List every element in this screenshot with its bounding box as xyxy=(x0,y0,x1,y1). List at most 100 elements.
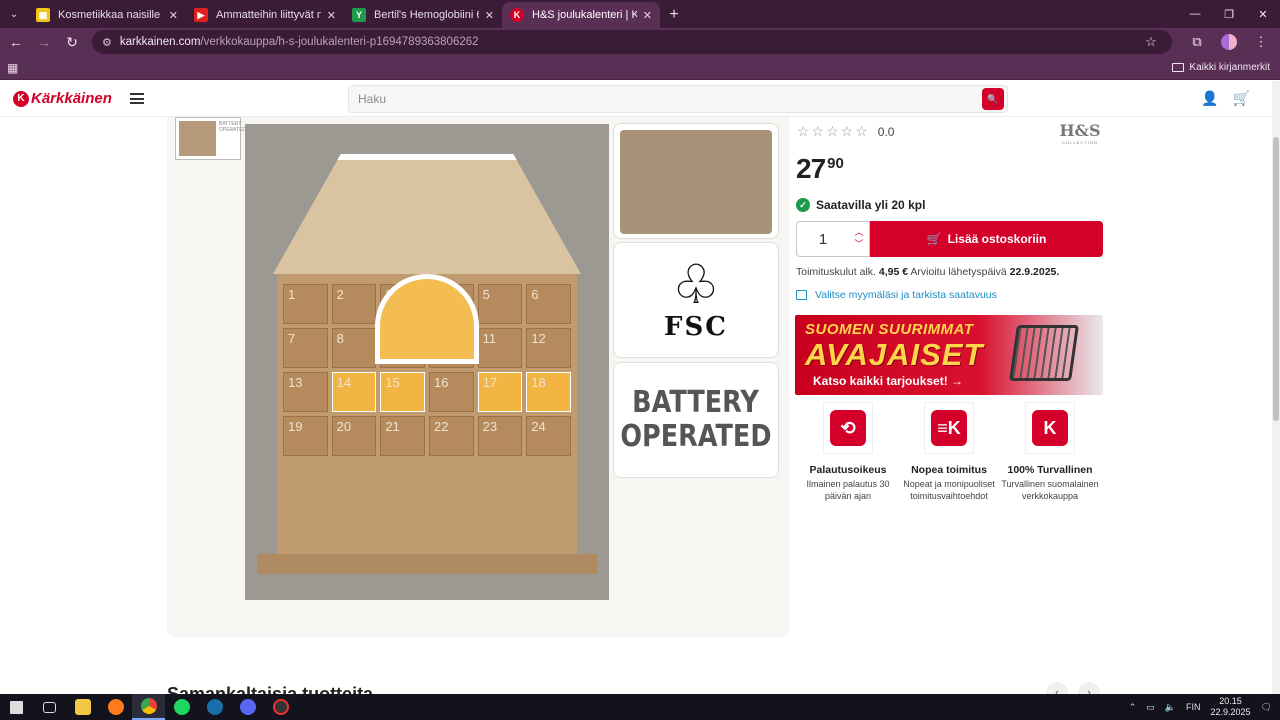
volume-icon[interactable]: 🔈 xyxy=(1165,702,1176,713)
tab-search-icon[interactable]: ⌄ xyxy=(0,0,28,28)
browser-tab-1[interactable]: ▦ Kosmetiikkaa naisille – Meikkitu ✕ xyxy=(28,2,186,28)
fsc-label: FSC xyxy=(664,312,728,342)
spotify-icon[interactable] xyxy=(165,694,198,720)
all-bookmarks-button[interactable]: Kaikki kirjanmerkit xyxy=(1172,62,1270,73)
add-to-cart-button[interactable]: 🛒 Lisää ostoskoriin xyxy=(870,221,1103,257)
profile-avatar[interactable] xyxy=(1218,31,1240,53)
calendar-door: 16 xyxy=(429,372,474,412)
forward-arrow-icon[interactable]: → xyxy=(32,30,56,54)
tab-close-icon[interactable]: ✕ xyxy=(643,9,652,22)
task-view-icon[interactable] xyxy=(33,694,66,720)
back-arrow-icon[interactable]: ← xyxy=(4,30,28,54)
side-image-drawers[interactable] xyxy=(613,123,779,239)
calendar-door: 2 xyxy=(331,284,377,324)
chevron-down-icon[interactable]: ﹀ xyxy=(854,239,863,251)
browser-menu-icon[interactable]: ⋮ xyxy=(1250,31,1272,53)
calendar-door: 15 xyxy=(380,372,425,412)
calendar-door: 1 xyxy=(283,284,328,324)
calendar-door: 13 xyxy=(283,372,328,412)
browser-tab-3[interactable]: Y Bertil's Hemoglobiini 60 tabl | Y ✕ xyxy=(344,2,502,28)
shipping-date: 22.9.2025. xyxy=(1009,266,1060,278)
page-scrollbar[interactable] xyxy=(1272,81,1280,694)
tab-favicon-icon: K xyxy=(510,8,524,22)
tab-favicon-icon: ▦ xyxy=(36,8,50,22)
site-header: K Kärkkäinen 🔍 👤 🛒 xyxy=(0,81,1272,117)
tab-title: Ammatteihin liittyvät naamiaisas xyxy=(216,9,321,21)
lang-indicator[interactable]: FIN xyxy=(1186,702,1201,712)
side-image-battery[interactable]: BATTERY OPERATED xyxy=(613,362,779,478)
add-to-cart-label: Lisää ostoskoriin xyxy=(947,232,1047,246)
bookmark-star-icon[interactable]: ☆ xyxy=(1140,34,1162,50)
discord-icon[interactable] xyxy=(231,694,264,720)
usp-title: Nopea toimitus xyxy=(911,464,987,476)
product-price: 27 90 xyxy=(796,153,844,185)
price-euros: 27 xyxy=(796,153,826,184)
usp-title: 100% Turvallinen xyxy=(1007,464,1093,476)
tab-close-icon[interactable]: ✕ xyxy=(169,9,178,22)
clock-time: 20.15 xyxy=(1219,696,1242,707)
logo-badge: K xyxy=(13,90,29,107)
close-window-icon[interactable]: ✕ xyxy=(1246,0,1280,28)
browser-toolbar: ← → ↻ ⚙ karkkainen.com/verkkokauppa/h-s-… xyxy=(0,28,1280,56)
site-logo[interactable]: K Kärkkäinen xyxy=(13,90,112,107)
brand-logo[interactable]: H&S COLLECTION xyxy=(1058,121,1102,145)
browser-tab-2[interactable]: ▶ Ammatteihin liittyvät naamiaisas ✕ xyxy=(186,2,344,28)
price-cents: 90 xyxy=(827,155,844,172)
windows-taskbar: ⌃ ▭ 🔈 FIN 20.15 22.9.2025 🗨 xyxy=(0,694,1280,720)
usp-secure: K 100% Turvallinen Turvallinen suomalain… xyxy=(1000,402,1100,502)
side-image-fsc[interactable]: ♧ FSC xyxy=(613,242,779,358)
reload-icon[interactable]: ↻ xyxy=(60,30,84,54)
search-icon[interactable]: 🔍 xyxy=(982,88,1004,110)
steam-icon[interactable] xyxy=(198,694,231,720)
tab-title: H&S joulukalenteri | Karkkainen xyxy=(532,9,637,21)
start-icon[interactable] xyxy=(0,694,33,720)
shopping-cart-icon xyxy=(1009,325,1079,381)
cart-icon[interactable]: 🛒 xyxy=(1233,90,1250,107)
tab-favicon-icon: ▶ xyxy=(194,8,208,22)
promo-banner[interactable]: SUOMEN SUURIMMAT AVAJAISET Katso kaikki … xyxy=(795,315,1103,395)
store-availability-link[interactable]: Valitse myymäläsi ja tarkista saatavuus xyxy=(796,289,997,301)
system-clock[interactable]: 20.15 22.9.2025 xyxy=(1211,696,1251,718)
tab-title: Kosmetiikkaa naisille – Meikkitu xyxy=(58,9,163,21)
address-bar[interactable]: ⚙ karkkainen.com/verkkokauppa/h-s-jouluk… xyxy=(92,30,1172,54)
network-icon[interactable]: ▭ xyxy=(1146,702,1155,713)
chevron-up-icon[interactable]: ︿ xyxy=(854,227,863,239)
tab-close-icon[interactable]: ✕ xyxy=(485,9,494,22)
calendar-door: 21 xyxy=(380,416,425,456)
calendar-door: 18 xyxy=(526,372,571,412)
apps-grid-icon[interactable]: ▦ xyxy=(7,61,18,75)
browser-tab-4-active[interactable]: K H&S joulukalenteri | Karkkainen ✕ xyxy=(502,2,660,28)
new-tab-button[interactable]: + xyxy=(660,2,688,28)
chevron-up-icon[interactable]: ⌃ xyxy=(1129,702,1137,713)
check-circle-icon: ✓ xyxy=(796,198,810,212)
scrollbar-thumb[interactable] xyxy=(1273,137,1279,421)
product-gallery: BATTERY OPERATED 12345678910111213141516… xyxy=(167,117,790,637)
firefox-icon[interactable] xyxy=(99,694,132,720)
extensions-icon[interactable]: ⧉ xyxy=(1186,31,1208,53)
search-input[interactable] xyxy=(349,86,982,112)
calendar-door: 11 xyxy=(477,328,523,368)
chrome-icon[interactable] xyxy=(132,694,165,720)
notifications-icon[interactable]: 🗨 xyxy=(1261,702,1272,713)
calendar-door: 7 xyxy=(283,328,328,368)
restore-icon[interactable]: ❐ xyxy=(1212,0,1246,28)
account-icon[interactable]: 👤 xyxy=(1201,90,1218,107)
url-host: karkkainen.com xyxy=(119,36,201,48)
clock-app-icon[interactable] xyxy=(264,694,297,720)
usp-desc: Nopeat ja monipuoliset toimitusvaihtoehd… xyxy=(903,479,995,501)
shipping-info: Toimituskulut alk. 4,95 € Arvioitu lähet… xyxy=(796,266,1060,278)
gallery-thumbnail[interactable]: BATTERY OPERATED xyxy=(175,117,246,160)
minimize-icon[interactable]: — xyxy=(1178,0,1212,28)
site-info-icon[interactable]: ⚙ xyxy=(102,36,112,49)
main-product-image[interactable]: 123456789101112131415161718192021222324 xyxy=(245,124,609,600)
quantity-stepper[interactable]: 1 ︿ ﹀ xyxy=(796,221,870,257)
banner-line2: AVAJAISET xyxy=(805,337,984,372)
file-explorer-icon[interactable] xyxy=(66,694,99,720)
logo-text: Kärkkäinen xyxy=(31,90,112,107)
product-rating[interactable]: ☆☆☆☆☆ 0.0 xyxy=(797,123,894,140)
quantity-value[interactable]: 1 xyxy=(797,231,849,248)
menu-icon[interactable] xyxy=(129,93,144,104)
tab-title: Bertil's Hemoglobiini 60 tabl | Y xyxy=(374,9,479,21)
battery-line1: BATTERY xyxy=(632,384,760,420)
tab-close-icon[interactable]: ✕ xyxy=(327,9,336,22)
